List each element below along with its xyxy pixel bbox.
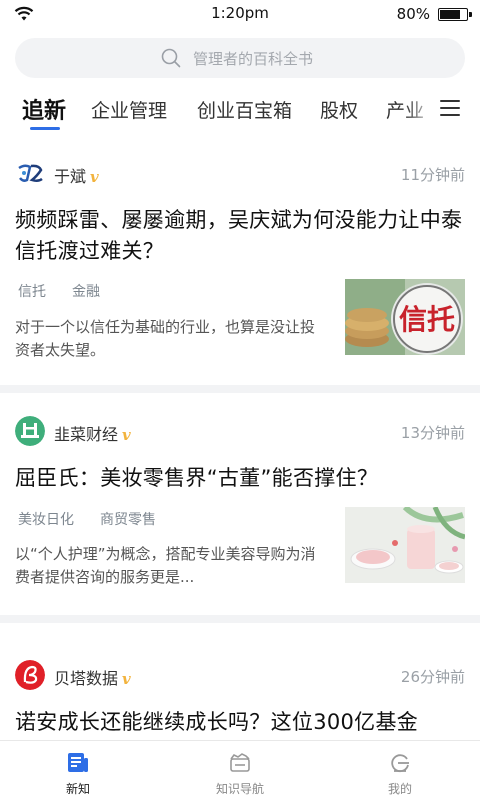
thumbnail-text: 信托 [399,303,455,336]
article-tags: 美妆日化 商贸零售 [18,509,182,529]
battery-icon [438,8,472,21]
news-icon [68,753,88,772]
source-name: 于斌 [54,167,87,186]
tab-equity[interactable]: 股权 [320,96,358,123]
source-name: 韭菜财经 [54,425,119,444]
active-tab-indicator [30,127,60,130]
nav-knowledge[interactable]: 知识导航 [180,741,300,800]
search-placeholder: 管理者的百科全书 [193,50,314,68]
nav-profile[interactable]: 我的 [340,741,460,800]
nav-label: 我的 [387,782,412,796]
article-tags: 信托 金融 [18,281,126,301]
article-thumbnail[interactable]: 信托 [345,279,465,355]
author-avatar [15,416,45,446]
card-divider [0,385,480,393]
nav-label: 新知 [65,782,90,796]
tag[interactable]: 信托 [18,284,46,300]
verified-badge: v [90,168,99,186]
card-divider [0,615,480,623]
search-bar[interactable]: 管理者的百科全书 [15,38,465,78]
status-bar: 1:20pm 80% [0,0,480,28]
tag[interactable]: 金融 [72,284,100,300]
nav-news[interactable]: 新知 [18,741,138,800]
knowledge-nav-icon [230,753,250,772]
publish-time: 13分钟前 [400,424,465,442]
menu-icon[interactable] [440,100,460,118]
article-title[interactable]: 频频踩雷、屡屡逾期，吴庆斌为何没能力让中泰信托渡过难关？ [15,205,465,267]
author-avatar [15,158,45,188]
search-icon [161,48,181,68]
battery-percent: 80% [396,5,430,23]
article-summary: 对于一个以信任为基础的行业，也算是没让投资者太失望。 [15,318,316,359]
article-title[interactable]: 诺安成长还能继续成长吗？这位300亿基金 [15,707,465,738]
publish-time: 11分钟前 [400,166,465,184]
tag[interactable]: 商贸零售 [100,512,156,528]
publish-time: 26分钟前 [400,668,465,686]
author-avatar [15,660,45,690]
article-card[interactable]: 于斌 v 11分钟前 频频踩雷、屡屡逾期，吴庆斌为何没能力让中泰信托渡过难关？ 信… [0,150,480,385]
article-summary: 以“个人护理”为概念，搭配专业美容导购为消费者提供咨询的服务更是... [15,545,316,586]
source-name: 贝塔数据 [54,669,119,688]
article-card[interactable]: 韭菜财经 v 13分钟前 屈臣氏：美妆零售界“古董”能否撑住？ 美妆日化 商贸零售 … [0,393,480,615]
article-thumbnail[interactable] [345,507,465,583]
profile-icon [391,754,409,773]
tag[interactable]: 美妆日化 [18,512,74,528]
verified-badge: v [122,426,131,444]
article-card[interactable]: 贝塔数据 v 26分钟前 诺安成长还能继续成长吗？这位300亿基金 [0,623,480,740]
tab-startup-toolbox[interactable]: 创业百宝箱 [197,96,292,123]
tab-enterprise-management[interactable]: 企业管理 [91,96,167,123]
article-title[interactable]: 屈臣氏：美妆零售界“古董”能否撑住？ [15,463,465,494]
bottom-navigation: 新知 知识导航 我的 [0,740,480,800]
category-tabs: 追新 企业管理 创业百宝箱 股权 产业 [0,86,480,136]
tab-latest[interactable]: 追新 [22,93,66,125]
nav-label: 知识导航 [215,782,264,796]
verified-badge: v [122,670,131,688]
